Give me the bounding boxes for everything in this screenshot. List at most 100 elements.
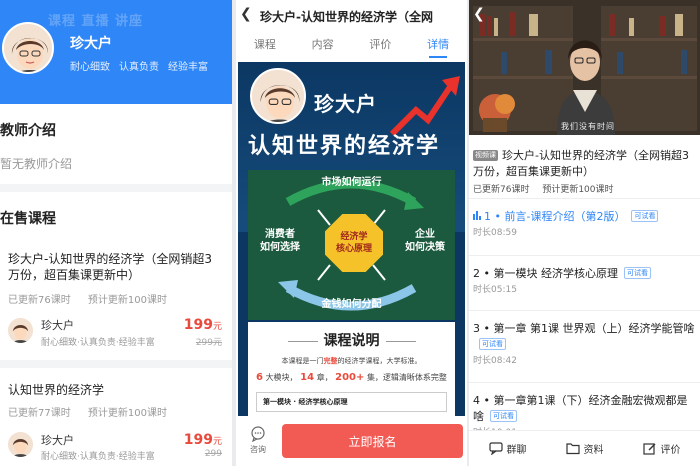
playing-bars-icon <box>473 211 481 220</box>
course-teacher-desc: 耐心细致·认真负责·经验丰富 <box>41 338 155 348</box>
course-title-text: 珍大户-认知世界的经济学（全网销超3万份，超百集课更新中） <box>473 149 689 178</box>
course-title: 认知世界的经济学 <box>8 383 105 397</box>
lesson-title: 4 • 第一章第1课（下）经济金融宏微观都是啥 可试看 <box>473 394 688 423</box>
back-icon[interactable]: ❮ <box>240 6 252 22</box>
lesson-title: 1 • 前言-课程介绍（第2版） 可试看 <box>473 209 697 225</box>
try-badge: 可试看 <box>490 410 517 422</box>
course-updated: 已更新76课时 <box>473 185 530 195</box>
course-teacher-avatar <box>8 318 33 343</box>
lesson-item[interactable]: 2 • 第一模块 经济学核心原理 可试看 时长05:15 <box>469 255 700 305</box>
outline-line1: 本课程是一门完整的经济学课程，大学标准。 <box>281 357 422 365</box>
header-ghost-text: 课程 直播 讲座 <box>48 14 144 29</box>
materials-label: 资料 <box>583 445 604 456</box>
teacher-tags: 耐心细致 认真负责 经验丰富 <box>70 58 208 73</box>
poster-headline: 认知世界的经济学 <box>248 134 441 159</box>
video-player[interactable]: ❮ 我们没有时间 <box>469 0 700 135</box>
intro-empty-text: 暂无教师介绍 <box>0 157 73 171</box>
diagram-right-label: 企业 如何决策 <box>405 229 445 253</box>
profile-header: 课程 直播 讲座 珍大户 耐心细致 认真负责 经验丰富 <box>0 0 232 104</box>
teacher-tag: 经验丰富 <box>168 62 208 73</box>
course-poster: 珍大户 认知世界的经济学 市场如何运行 消费者 如何选择 企业 如何决策 金钱如… <box>238 62 465 416</box>
folder-icon <box>565 443 580 455</box>
tab-reviews[interactable]: 评价 <box>369 36 391 52</box>
lesson-item[interactable]: 3 • 第一章 第1课 世界观（上）经济学能管啥可试看 时长08:42 <box>469 310 700 378</box>
intro-card <box>0 104 232 184</box>
try-badge: 可试看 <box>479 338 506 350</box>
course-detail-screen: ❮ 珍大户-认知世界的经济学（全网 课程 内容 评价 详情 珍大户 认知世界的经… <box>236 0 467 466</box>
divider <box>0 360 232 368</box>
review-button[interactable]: 评价 <box>642 441 681 456</box>
video-subtitle: 我们没有时间 <box>561 122 615 131</box>
course-meta: 已更新77课时 预计更新100课时 <box>8 404 181 419</box>
diagram-center: 经济学 核心原理 <box>325 214 383 272</box>
enroll-button[interactable]: 立即报名 <box>282 424 463 458</box>
outline-module-row: 第一模块 · 经济学核心原理 <box>256 392 447 412</box>
diagram-left-label: 消费者 如何选择 <box>260 229 300 253</box>
course-meta: 已更新76课时 预计更新100课时 <box>473 182 624 195</box>
outline-title: 课程说明 <box>248 330 455 350</box>
poster-avatar <box>250 68 306 124</box>
teacher-tag: 耐心细致 <box>70 62 110 73</box>
chat-icon <box>488 442 503 455</box>
courses-title: 在售课程 <box>0 211 56 227</box>
course-planned: 预计更新100课时 <box>87 408 168 419</box>
poster-name: 珍大户 <box>314 92 377 116</box>
group-chat-label: 群聊 <box>506 445 527 456</box>
bookshelf-background <box>469 0 700 135</box>
course-price: 199元 <box>183 432 222 448</box>
teacher-name: 珍大户 <box>70 36 112 52</box>
diagram-top-label: 市场如何运行 <box>321 177 382 188</box>
intro-title: 教师介绍 <box>0 123 56 139</box>
course-card[interactable]: 认知世界的经济学 已更新77课时 预计更新100课时 珍大户 耐心细致·认真负责… <box>0 370 232 466</box>
economics-diagram: 市场如何运行 消费者 如何选择 企业 如何决策 金钱如何分配 经济学 核心原理 <box>248 170 455 320</box>
course-original-price: 299 <box>204 449 222 459</box>
outline-line2: 6 大模块， 14 章， 200+ 集，逻辑清晰体系完整 <box>256 372 447 383</box>
lesson-player-screen: ❮ 我们没有时间 视频课 珍大户-认知世界的经济学（全网销超3万份，超百集课更新中… <box>469 0 700 466</box>
course-meta: 已更新76课时 预计更新100课时 <box>8 291 181 306</box>
detail-top-bar: ❮ 珍大户-认知世界的经济学（全网 课程 内容 评价 详情 <box>236 0 467 58</box>
player-bottom-bar: 群聊 资料 评价 <box>469 430 700 466</box>
consult-button[interactable]: 咨询 <box>246 426 270 455</box>
materials-button[interactable]: 资料 <box>565 441 604 456</box>
course-card[interactable]: 珍大户-认知世界的经济学（全网销超3万份，超百集课更新中） 已更新76课时 预计… <box>0 245 232 357</box>
back-icon[interactable]: ❮ <box>473 6 485 22</box>
course-original-price: 299元 <box>195 338 222 348</box>
lesson-duration: 时长05:15 <box>473 285 517 295</box>
course-teacher-name: 珍大户 <box>41 434 74 447</box>
course-title: 珍大户-认知世界的经济学（全网销超3万份，超百集课更新中） <box>8 252 212 282</box>
tab-course[interactable]: 课程 <box>254 36 276 52</box>
detail-title: 珍大户-认知世界的经济学（全网 <box>260 10 433 24</box>
course-title: 视频课 珍大户-认知世界的经济学（全网销超3万份，超百集课更新中） <box>473 148 697 180</box>
detail-bottom-bar: 咨询 立即报名 <box>236 416 467 466</box>
lesson-item[interactable]: 4 • 第一章第1课（下）经济金融宏微观都是啥可试看 时长10:01 <box>469 382 700 438</box>
try-badge: 可试看 <box>623 267 651 279</box>
course-teacher-avatar <box>8 432 33 457</box>
tab-content[interactable]: 内容 <box>312 36 334 52</box>
teacher-tag: 认真负责 <box>119 62 159 73</box>
course-outline: 课程说明 本课程是一门完整的经济学课程，大学标准。 6 大模块， 14 章， 2… <box>248 322 455 416</box>
try-badge: 可试看 <box>631 210 659 222</box>
group-chat-button[interactable]: 群聊 <box>488 441 527 456</box>
detail-tabs: 课程 内容 评价 详情 <box>236 36 467 58</box>
course-planned: 预计更新100课时 <box>87 295 168 306</box>
consult-label: 咨询 <box>250 445 266 454</box>
course-updated: 已更新77课时 <box>8 408 71 419</box>
course-updated: 已更新76课时 <box>8 295 71 306</box>
lesson-title: 2 • 第一模块 经济学核心原理 可试看 <box>473 266 697 282</box>
diagram-bottom-label: 金钱如何分配 <box>321 299 382 310</box>
edit-icon <box>642 443 655 455</box>
course-teacher-name: 珍大户 <box>41 319 74 332</box>
video-course-tag: 视频课 <box>473 150 498 161</box>
chat-bubble-icon <box>251 426 265 443</box>
lesson-title: 3 • 第一章 第1课 世界观（上）经济学能管啥可试看 <box>473 322 695 350</box>
review-label: 评价 <box>660 445 681 456</box>
lesson-duration: 时长08:59 <box>473 228 517 238</box>
teacher-profile-screen: 课程 直播 讲座 珍大户 耐心细致 认真负责 经验丰富 教师介绍 暂无教师介绍 … <box>0 0 232 466</box>
lesson-item[interactable]: 1 • 前言-课程介绍（第2版） 可试看 时长08:59 <box>469 198 700 248</box>
lesson-duration: 时长08:42 <box>473 356 517 366</box>
course-teacher-desc: 耐心细致·认真负责·经验丰富 <box>41 452 155 462</box>
course-planned: 预计更新100课时 <box>542 185 614 195</box>
course-price: 199元 <box>183 317 222 333</box>
teacher-avatar[interactable] <box>2 22 54 74</box>
tab-details[interactable]: 详情 <box>427 36 449 58</box>
